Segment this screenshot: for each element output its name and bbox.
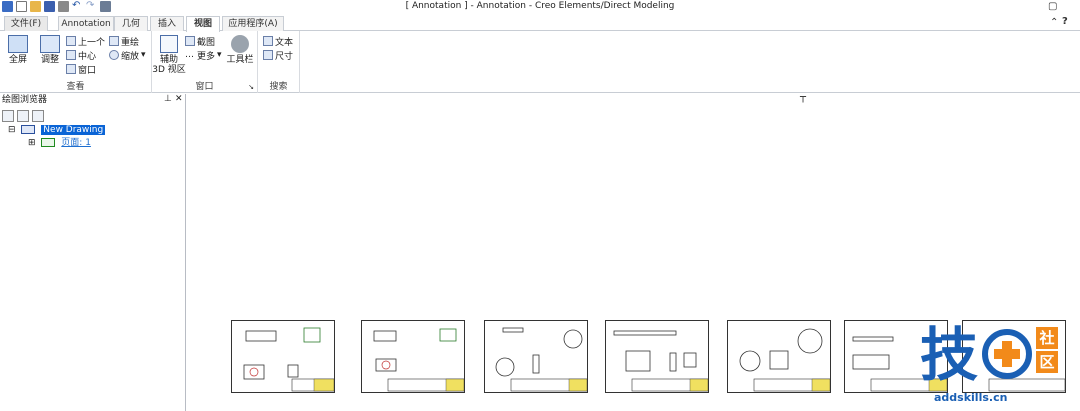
- drawing-sheet[interactable]: [484, 320, 588, 393]
- ribbon: 全屏 调整 上一个 中心 窗口 重绘 缩放 ▾ 查看 辅助 3D 视区 截图 ……: [0, 31, 1080, 93]
- pin-icon[interactable]: ⊥: [164, 94, 172, 104]
- group-window: 辅助 3D 视区 截图 … 更多 ▾ 工具栏 窗口 ↘: [152, 31, 258, 93]
- sheet-thumbnail: [373, 328, 465, 392]
- watermark-site: addskills.cn: [934, 391, 1008, 404]
- zoom-button[interactable]: 缩放 ▾: [109, 49, 146, 62]
- search-dimension-button[interactable]: 尺寸: [263, 49, 294, 62]
- expand-icon[interactable]: ⊞: [28, 138, 36, 148]
- drawing-canvas[interactable]: ┬ 技 社 区 addskills.cn: [187, 92, 1080, 411]
- search-text-icon: [263, 36, 273, 46]
- adjust-button[interactable]: 调整: [38, 35, 62, 65]
- collapse-ribbon-icon[interactable]: ⌃: [1050, 17, 1058, 28]
- aux-label-1: 辅助: [159, 55, 178, 65]
- more-icon: …: [185, 50, 194, 60]
- page-icon: [41, 138, 56, 147]
- previous-label: 上一个: [78, 37, 106, 48]
- tab-applications[interactable]: 应用程序(A): [222, 16, 284, 31]
- search-text-label: 文本: [275, 37, 294, 48]
- plus-circle-icon: [982, 329, 1032, 379]
- tab-geometry[interactable]: 几何: [114, 16, 148, 31]
- zoom-icon: [109, 50, 119, 60]
- drawing-icon: [21, 125, 36, 134]
- watermark-logo: 技 社 区 addskills.cn: [910, 321, 1080, 411]
- aux-3d-viewport-button[interactable]: 辅助 3D 视区: [152, 35, 186, 75]
- group-view-label: 查看: [66, 82, 85, 92]
- tree-node-page[interactable]: ⊞ 页面: 1: [28, 138, 91, 149]
- center-button[interactable]: 中心: [66, 49, 97, 62]
- badge-qu: 区: [1036, 351, 1058, 373]
- sheet-thumbnail: [739, 328, 831, 392]
- tab-view[interactable]: 视图: [186, 16, 220, 32]
- tree-filter-icon[interactable]: [2, 110, 14, 122]
- window-zoom-icon: [66, 64, 76, 74]
- drawing-sheet[interactable]: [361, 320, 465, 393]
- fit-icon: [40, 35, 60, 53]
- previous-button[interactable]: 上一个: [66, 35, 106, 48]
- center-icon: [66, 50, 76, 60]
- tree-node-drawing[interactable]: ⊟ New Drawing: [8, 125, 106, 136]
- fullscreen-icon: [8, 35, 28, 53]
- tree-label-drawing: New Drawing: [41, 125, 106, 135]
- screenshot-button[interactable]: 截图: [185, 35, 216, 48]
- viewport-icon: [160, 35, 178, 53]
- title-bar: ↶ ↷ [ Annotation ] - Annotation - Creo E…: [0, 0, 1080, 15]
- previous-icon: [66, 36, 76, 46]
- zoom-label: 缩放: [121, 51, 140, 62]
- sheet-thumbnail: [613, 330, 709, 392]
- sheet-thumbnail: [243, 327, 335, 392]
- search-dimension-icon: [263, 50, 273, 60]
- toolbar-pin-icon: [231, 35, 249, 53]
- browser-title: 绘图浏览器: [2, 95, 48, 105]
- minimize-ribbon-icon[interactable]: ▢: [1048, 1, 1057, 12]
- window-zoom-label: 窗口: [78, 65, 97, 76]
- ribbon-tabs: 文件(F) Annotation 几何 插入 视图 应用程序(A) ⌃ ?: [0, 15, 1080, 32]
- dialog-launcher-icon[interactable]: ↘: [248, 83, 254, 91]
- aux-label-2: 3D 视区: [152, 65, 186, 75]
- more-label: 更多: [197, 51, 216, 62]
- drawing-browser: 绘图浏览器 ⊥ ✕ ⊟ New Drawing ⊞ 页面: 1: [0, 94, 186, 411]
- drawing-sheet[interactable]: [727, 320, 831, 393]
- badge-she: 社: [1036, 327, 1058, 349]
- window-zoom-button[interactable]: 窗口: [66, 63, 97, 76]
- help-icon[interactable]: ?: [1062, 16, 1068, 27]
- drawing-sheet[interactable]: [605, 320, 709, 393]
- window-title: [ Annotation ] - Annotation - Creo Eleme…: [405, 1, 675, 11]
- fullscreen-button[interactable]: 全屏: [6, 35, 30, 65]
- tree-copy-icon[interactable]: [32, 110, 44, 122]
- drawing-sheet[interactable]: [231, 320, 335, 393]
- redraw-icon: [109, 36, 119, 46]
- crosshair-cursor: ┬: [800, 92, 807, 103]
- tab-file[interactable]: 文件(F): [4, 16, 48, 31]
- group-search: 文本 尺寸 搜索: [258, 31, 300, 93]
- screenshot-label: 截图: [197, 37, 216, 48]
- collapse-icon[interactable]: ⊟: [8, 125, 16, 135]
- chevron-down-icon: ▾: [217, 50, 222, 60]
- redraw-button[interactable]: 重绘: [109, 35, 140, 48]
- search-dimension-label: 尺寸: [275, 51, 294, 62]
- search-text-button[interactable]: 文本: [263, 35, 294, 48]
- fullscreen-label: 全屏: [8, 55, 27, 65]
- tree-label-page: 页面: 1: [61, 138, 91, 148]
- redraw-label: 重绘: [121, 37, 140, 48]
- watermark-char: 技: [920, 321, 979, 389]
- tab-annotation[interactable]: Annotation: [58, 16, 114, 31]
- center-label: 中心: [78, 51, 97, 62]
- group-window-label: 窗口: [195, 82, 214, 92]
- sheet-thumbnail: [495, 327, 588, 392]
- chevron-down-icon: ▾: [141, 50, 146, 60]
- group-view: 全屏 调整 上一个 中心 窗口 重绘 缩放 ▾ 查看: [0, 31, 152, 93]
- more-button[interactable]: … 更多 ▾: [185, 49, 222, 62]
- toolbar-label: 工具栏: [226, 55, 254, 65]
- toolbar-button[interactable]: 工具栏: [226, 35, 254, 65]
- close-icon[interactable]: ✕: [175, 94, 183, 104]
- tab-insert[interactable]: 插入: [150, 16, 184, 31]
- browser-toolbar: [2, 110, 44, 122]
- screenshot-icon: [185, 36, 195, 46]
- tree-view-icon[interactable]: [17, 110, 29, 122]
- group-search-label: 搜索: [269, 82, 288, 92]
- adjust-label: 调整: [40, 55, 59, 65]
